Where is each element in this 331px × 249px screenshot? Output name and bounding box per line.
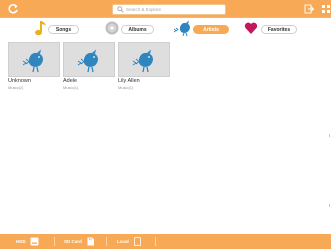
artist-track-count: Music(1)	[63, 85, 79, 90]
refresh-icon[interactable]	[7, 3, 19, 15]
artist-name: Lily Allen	[118, 78, 140, 84]
artist-bird-icon	[22, 49, 43, 73]
artist-track-count: Music(1)	[118, 85, 134, 90]
artist-bird-icon	[77, 49, 98, 73]
tab-favorites[interactable]: Favorites	[261, 25, 297, 34]
tab-songs[interactable]: Songs	[48, 25, 79, 34]
exit-icon[interactable]	[304, 4, 314, 14]
grid-menu-icon[interactable]	[322, 5, 331, 14]
storage-label: HDD	[16, 239, 26, 244]
search-input[interactable]	[124, 5, 224, 14]
top-bar	[0, 0, 331, 18]
storage-bar: HDD SD Card Local	[0, 234, 331, 249]
artist-thumbnail	[118, 42, 170, 77]
sd-card-icon	[87, 237, 94, 246]
hdd-icon	[30, 237, 39, 246]
search-icon	[117, 6, 124, 13]
divider	[106, 237, 107, 246]
artist-card[interactable]: Unknown Music(2)	[8, 42, 60, 93]
storage-local[interactable]: Local	[117, 236, 142, 247]
search-box[interactable]	[112, 4, 226, 15]
divider	[54, 237, 55, 246]
tablet-icon	[133, 237, 141, 246]
artist-name: Adele	[63, 78, 78, 84]
scroll-indicator	[329, 204, 330, 207]
heart-icon[interactable]	[244, 21, 258, 35]
music-note-icon[interactable]	[34, 19, 48, 37]
storage-hdd[interactable]: HDD	[16, 236, 39, 247]
scroll-indicator	[329, 134, 330, 137]
artist-card[interactable]: Adele Music(1)	[63, 42, 115, 93]
storage-label: SD Card	[64, 239, 82, 244]
artist-name: Unknown	[8, 78, 31, 84]
storage-sd-card[interactable]: SD Card	[64, 236, 95, 247]
tab-artists[interactable]: Artists	[193, 25, 229, 34]
disc-icon[interactable]	[105, 21, 119, 35]
artist-thumbnail	[8, 42, 60, 77]
artist-track-count: Music(2)	[8, 85, 24, 90]
artist-icon[interactable]	[172, 20, 194, 37]
storage-label: Local	[117, 239, 129, 244]
tab-albums[interactable]: Albums	[121, 25, 154, 34]
artist-bird-icon	[132, 49, 153, 73]
artist-thumbnail	[63, 42, 115, 77]
artist-card[interactable]: Lily Allen Music(1)	[118, 42, 170, 93]
divider	[155, 237, 156, 246]
